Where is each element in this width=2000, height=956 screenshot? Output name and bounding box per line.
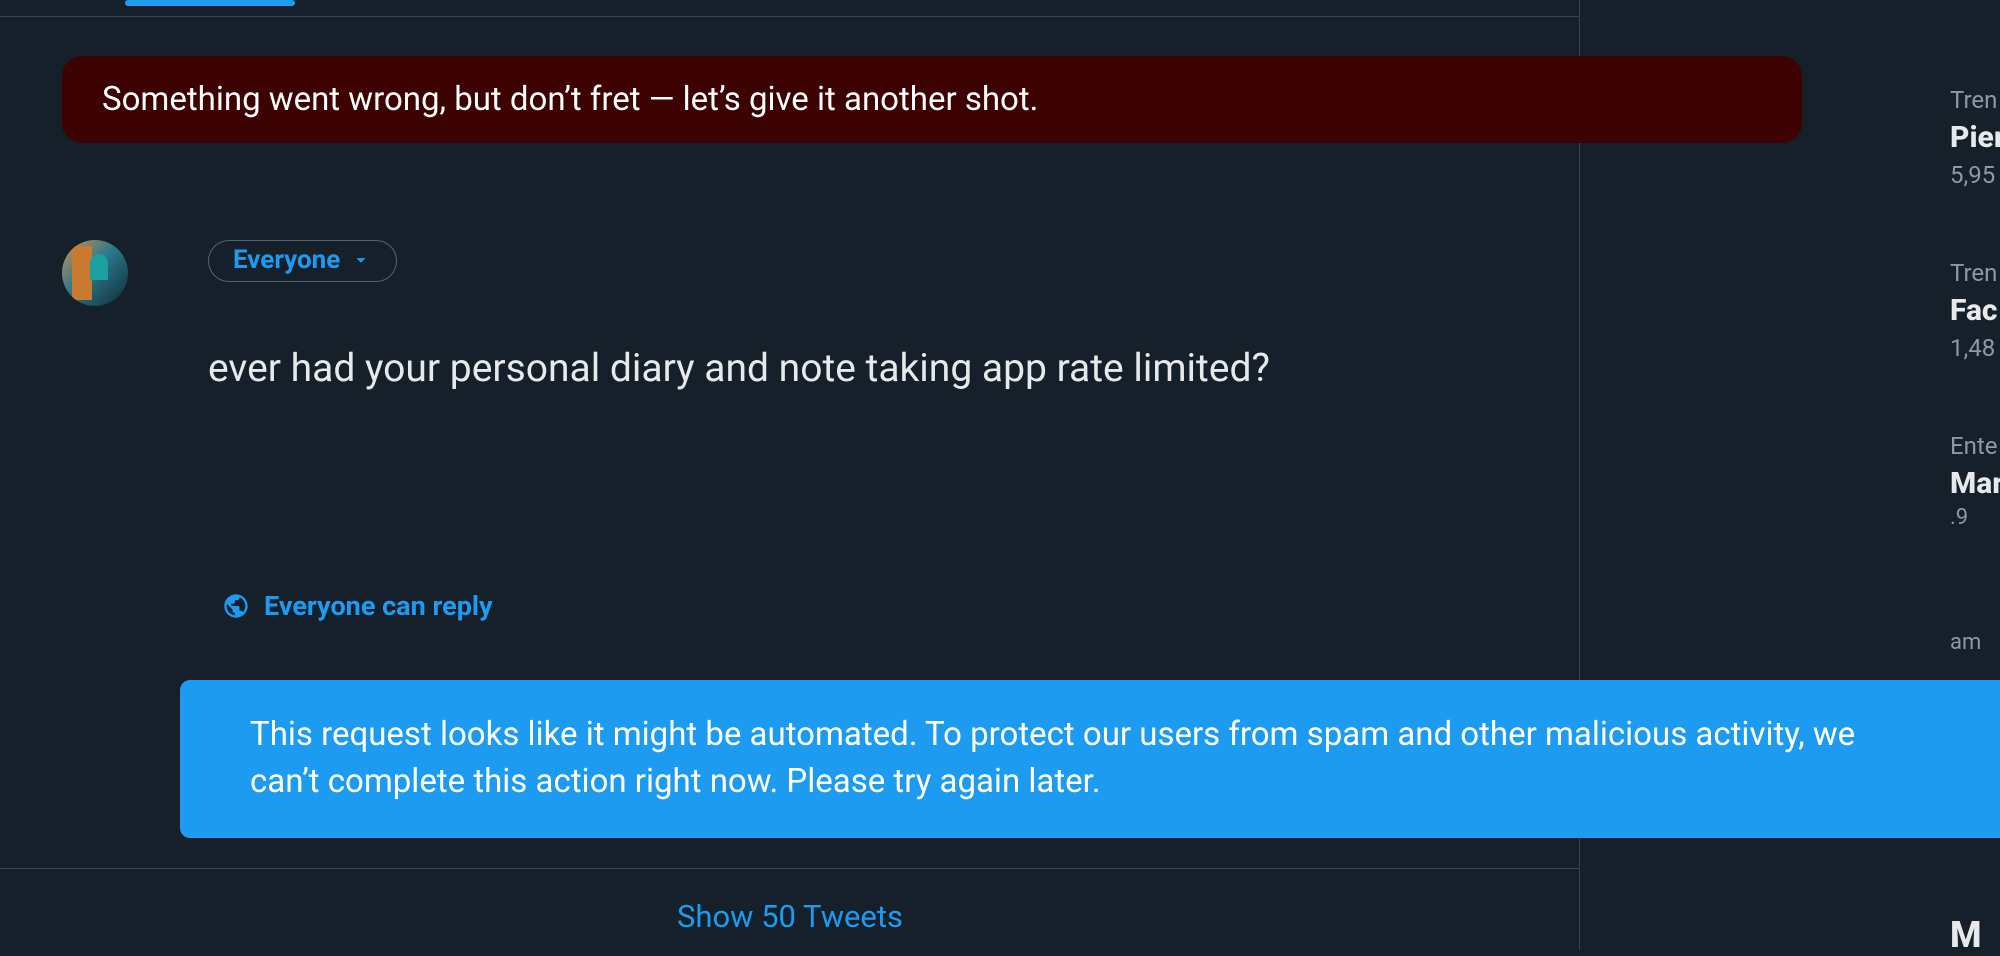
show-more-label: Show 50 Tweets xyxy=(677,898,903,935)
trend-item[interactable]: Ente Mar .9 am xyxy=(1950,432,2000,655)
avatar[interactable] xyxy=(62,240,128,306)
trend-title: Mar xyxy=(1950,466,2000,501)
error-banner-text: Something went wrong, but don’t fret — l… xyxy=(102,80,1038,119)
trend-count: 5,95 xyxy=(1950,161,2000,189)
compose-body: Everyone ever had your personal diary an… xyxy=(208,240,1270,395)
trend-sub: .9 xyxy=(1950,505,2000,530)
reply-settings-label: Everyone can reply xyxy=(264,590,493,622)
compose-text-input[interactable]: ever had your personal diary and note ta… xyxy=(208,342,1270,395)
trend-title: Fac xyxy=(1950,293,2000,328)
trend-item[interactable]: Tren Pier 5,95 xyxy=(1950,86,2000,189)
audience-label: Everyone xyxy=(233,245,340,275)
toast-notification: This request looks like it might be auto… xyxy=(180,680,2000,838)
globe-icon xyxy=(222,592,250,620)
trend-item[interactable]: Tren Fac 1,48 xyxy=(1950,259,2000,362)
toast-text: This request looks like it might be auto… xyxy=(250,715,1855,801)
trend-meta: Ente xyxy=(1950,432,2000,460)
audience-selector[interactable]: Everyone xyxy=(208,240,397,282)
show-more-tweets-button[interactable]: Show 50 Tweets xyxy=(0,870,1580,935)
feed-divider xyxy=(0,868,1580,869)
trend-count: 1,48 xyxy=(1950,334,2000,362)
trend-meta: Tren xyxy=(1950,86,2000,114)
reply-settings-button[interactable]: Everyone can reply xyxy=(222,590,493,622)
active-tab-indicator xyxy=(125,0,295,6)
chevron-down-icon xyxy=(350,249,372,271)
trend-meta: Tren xyxy=(1950,259,2000,287)
header-divider xyxy=(0,16,1580,17)
compose-row: Everyone ever had your personal diary an… xyxy=(62,240,1270,395)
trend-sub: am xyxy=(1950,630,2000,655)
error-banner: Something went wrong, but don’t fret — l… xyxy=(62,56,1802,143)
trend-title: Pier xyxy=(1950,120,2000,155)
